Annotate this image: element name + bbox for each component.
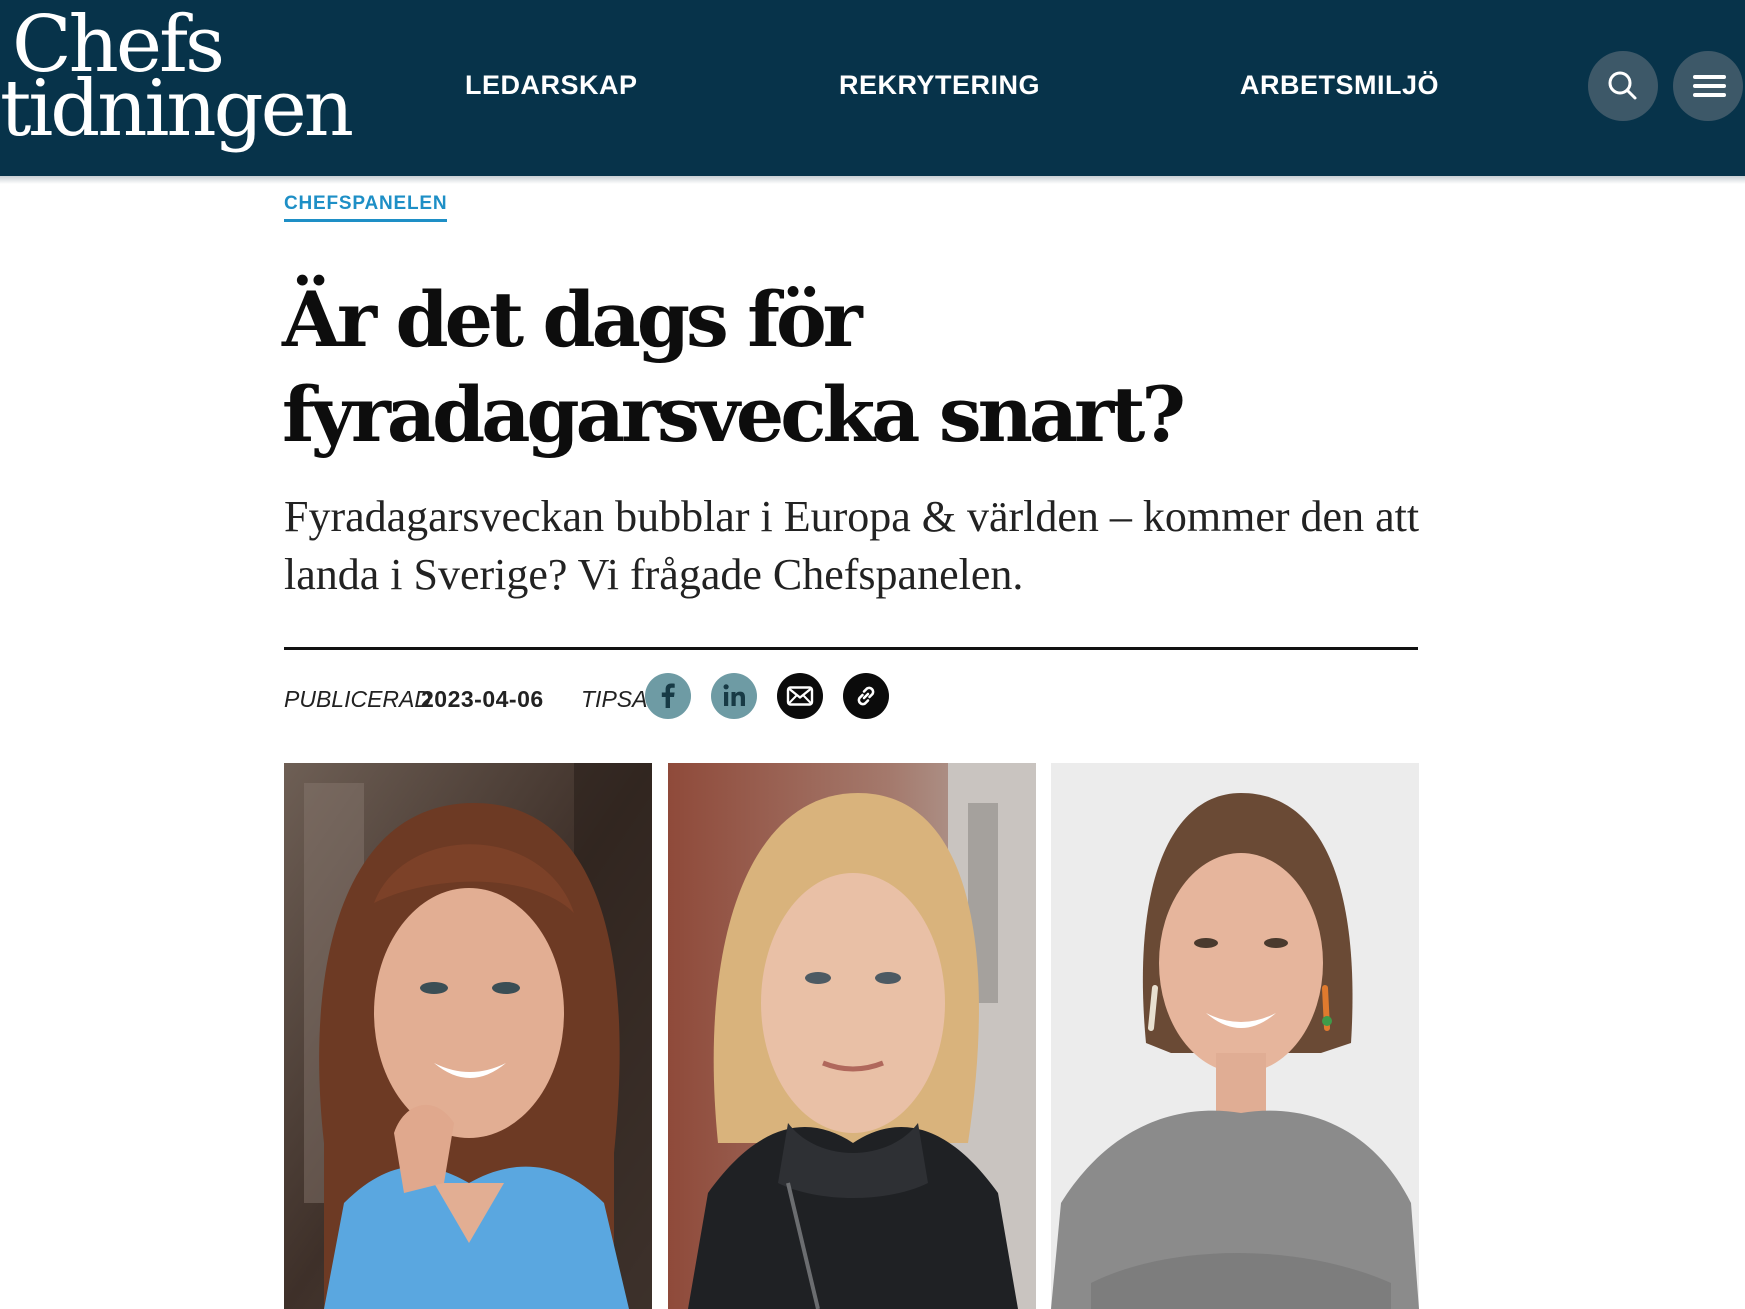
divider (284, 647, 1418, 650)
share-email-button[interactable] (777, 673, 823, 719)
site-logo[interactable]: Chefs tidningen (0, 6, 354, 154)
share-linkedin-button[interactable] (711, 673, 757, 719)
search-icon (1608, 71, 1637, 100)
email-icon (786, 686, 814, 706)
panelist-photo-3 (1051, 763, 1419, 1309)
nav-rekrytering[interactable]: REKRYTERING (839, 70, 1040, 101)
published-label: PUBLICERAD (284, 686, 431, 712)
nav-arbetsmiljo[interactable]: ARBETSMILJÖ (1240, 70, 1439, 101)
article-lead: Fyradagarsveckan bubblar i Europa & värl… (284, 492, 1420, 599)
facebook-icon (661, 683, 675, 708)
panelist-photo-1 (284, 763, 652, 1309)
search-button[interactable] (1588, 51, 1658, 121)
article-headline: Är det dags för fyradagarsvecka snart? (282, 272, 1442, 462)
share-label: TIPSA (581, 686, 648, 712)
copy-link-button[interactable] (843, 673, 889, 719)
headline-line-1: Är det dags för (282, 275, 863, 364)
published-date: 2023-04-06 (421, 686, 544, 712)
category-link[interactable]: CHEFSPANELEN (284, 193, 448, 222)
nav-ledarskap[interactable]: LEDARSKAP (465, 70, 638, 101)
panelist-photo-2 (668, 763, 1036, 1309)
headline-line-2: fyradagarsvecka snart? (282, 370, 1186, 459)
menu-button[interactable] (1673, 51, 1743, 121)
link-icon (857, 686, 875, 706)
logo-line-2: tidningen (0, 63, 354, 154)
header-shadow (0, 176, 1745, 184)
linkedin-icon (723, 684, 745, 706)
site-header: Chefs tidningen LEDARSKAP REKRYTERING AR… (0, 0, 1745, 176)
share-facebook-button[interactable] (645, 673, 691, 719)
hamburger-menu-icon (1693, 75, 1726, 97)
